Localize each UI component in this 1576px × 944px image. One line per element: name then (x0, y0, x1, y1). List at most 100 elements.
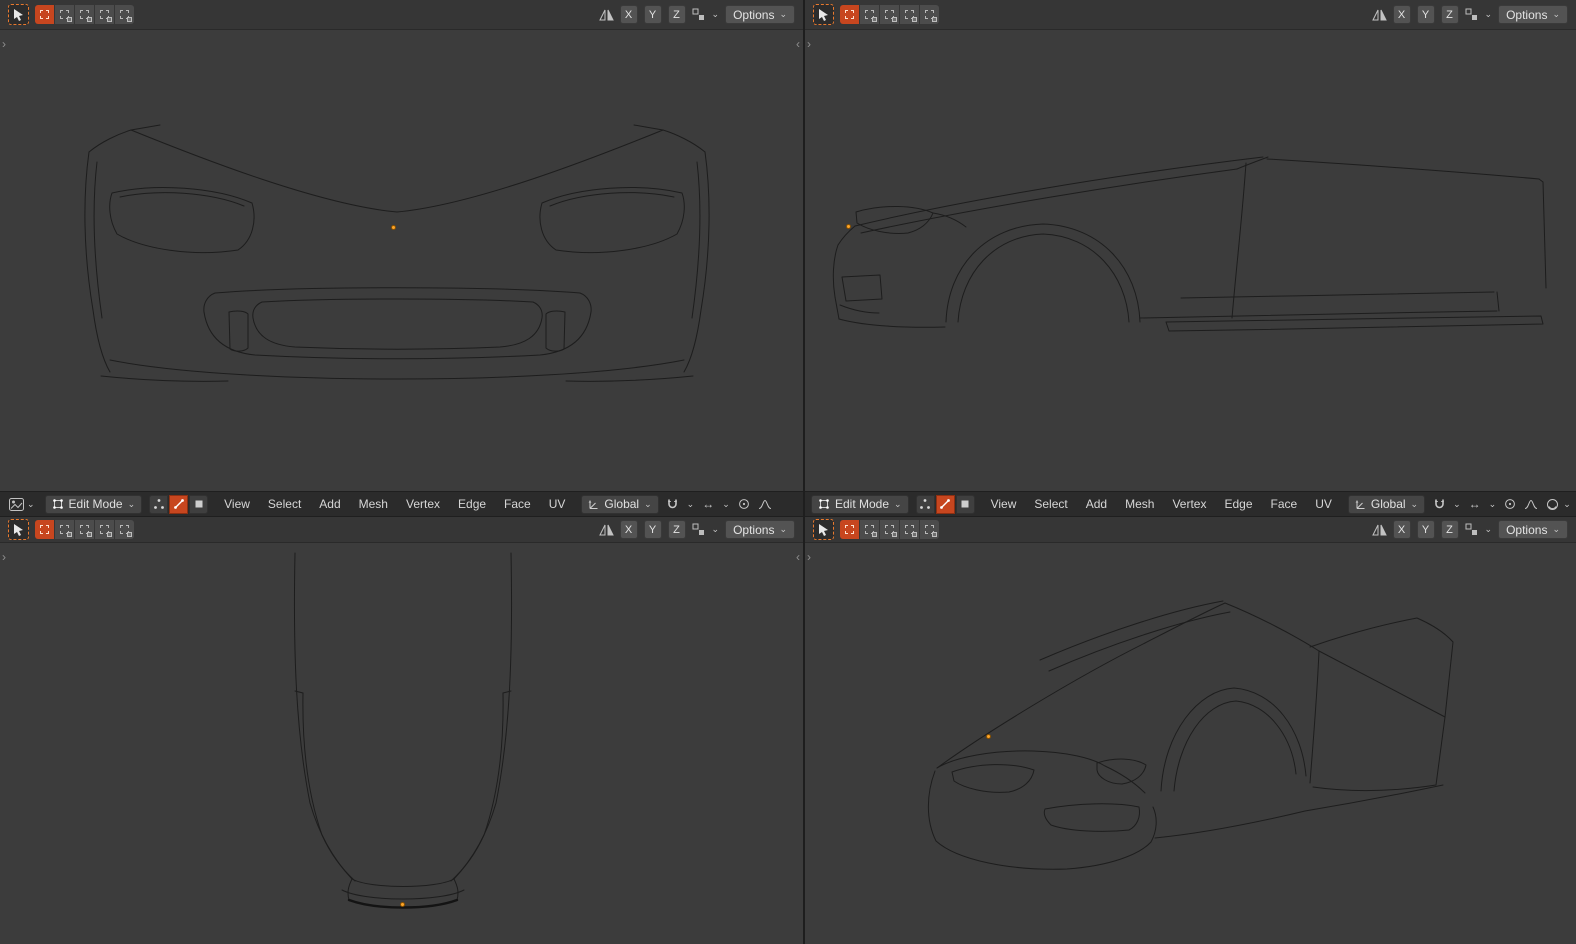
transform-orientation-selector[interactable]: Global ⌄ (581, 494, 659, 514)
chevron-down-icon[interactable]: ⌄ (712, 525, 720, 534)
snap-grid-icon[interactable] (692, 521, 706, 539)
mirror-z-button[interactable]: Z (667, 5, 686, 24)
menu-mesh[interactable]: Mesh (350, 497, 397, 511)
object-origin-dot[interactable] (846, 224, 851, 229)
chevron-down-icon[interactable]: ⌄ (1489, 499, 1497, 509)
snap-target-icon[interactable]: ↔ (1468, 495, 1482, 513)
menu-select[interactable]: Select (1025, 497, 1076, 511)
menu-view[interactable]: View (982, 497, 1026, 511)
mirror-z-button[interactable]: Z (667, 520, 686, 539)
select-subtract-button[interactable] (75, 5, 94, 24)
falloff-curve-icon[interactable] (758, 495, 772, 513)
face-select-button[interactable] (189, 494, 209, 514)
viewport-front[interactable]: › ‹ (0, 30, 803, 491)
chevron-down-icon[interactable]: ⌄ (1453, 499, 1461, 509)
options-button[interactable]: Options ⌄ (725, 520, 795, 539)
transform-orientation-selector[interactable]: Global ⌄ (1347, 494, 1426, 514)
proportional-editing-icon[interactable] (737, 495, 751, 513)
mode-selector[interactable]: Edit Mode ⌄ (811, 494, 909, 514)
mirror-x-button[interactable]: X (1392, 520, 1411, 539)
menu-vertex[interactable]: Vertex (397, 497, 449, 511)
snap-grid-icon[interactable] (692, 6, 706, 24)
select-set-button[interactable] (35, 520, 54, 539)
menu-select[interactable]: Select (259, 497, 310, 511)
area-resize-handle[interactable]: › (807, 38, 811, 50)
mode-selector[interactable]: Edit Mode ⌄ (44, 494, 143, 514)
menu-uv[interactable]: UV (540, 497, 575, 511)
menu-mesh[interactable]: Mesh (1116, 497, 1163, 511)
edge-select-button[interactable] (169, 494, 189, 514)
menu-add[interactable]: Add (1077, 497, 1116, 511)
chevron-down-icon[interactable]: ⌄ (1485, 10, 1493, 19)
viewport-shading-icon[interactable] (1545, 495, 1559, 513)
snap-target-icon[interactable]: ↔ (701, 495, 715, 513)
active-tool-icon[interactable] (813, 519, 834, 540)
menu-add[interactable]: Add (310, 497, 349, 511)
select-extend-button[interactable] (860, 5, 879, 24)
face-select-button[interactable] (955, 494, 975, 514)
menu-uv[interactable]: UV (1306, 497, 1341, 511)
mirror-x-button[interactable]: X (619, 520, 638, 539)
select-intersect-button[interactable] (920, 5, 939, 24)
menu-edge[interactable]: Edge (449, 497, 495, 511)
vertex-select-button[interactable] (915, 494, 935, 514)
menu-edge[interactable]: Edge (1215, 497, 1261, 511)
options-button[interactable]: Options ⌄ (1498, 5, 1568, 24)
options-button[interactable]: Options ⌄ (725, 5, 795, 24)
options-button[interactable]: Options ⌄ (1498, 520, 1568, 539)
menu-vertex[interactable]: Vertex (1163, 497, 1215, 511)
object-origin-dot[interactable] (391, 225, 396, 230)
select-subtract-button[interactable] (880, 520, 899, 539)
select-subtract-button[interactable] (880, 5, 899, 24)
select-extend-button[interactable] (55, 5, 74, 24)
snap-magnet-icon[interactable] (1432, 495, 1446, 513)
mirror-y-button[interactable]: Y (643, 520, 662, 539)
area-resize-handle[interactable]: ‹ (796, 38, 800, 50)
select-invert-button[interactable] (95, 5, 114, 24)
mirror-x-button[interactable]: X (1392, 5, 1411, 24)
menu-view[interactable]: View (215, 497, 259, 511)
select-set-button[interactable] (35, 5, 54, 24)
falloff-curve-icon[interactable] (1524, 495, 1538, 513)
select-invert-button[interactable] (95, 520, 114, 539)
chevron-down-icon[interactable]: ⌄ (1563, 499, 1571, 509)
mirror-y-button[interactable]: Y (643, 5, 662, 24)
snap-grid-icon[interactable] (1465, 521, 1479, 539)
select-subtract-button[interactable] (75, 520, 94, 539)
mirror-y-button[interactable]: Y (1416, 5, 1435, 24)
area-resize-handle[interactable]: ‹ (796, 551, 800, 563)
area-resize-handle[interactable]: › (2, 38, 6, 50)
area-resize-handle[interactable]: › (807, 551, 811, 563)
viewport-perspective[interactable]: › (805, 543, 1576, 944)
chevron-down-icon[interactable]: ⌄ (687, 499, 695, 509)
select-intersect-button[interactable] (920, 520, 939, 539)
active-tool-icon[interactable] (8, 4, 29, 25)
select-invert-button[interactable] (900, 5, 919, 24)
object-origin-dot[interactable] (400, 902, 405, 907)
menu-face[interactable]: Face (495, 497, 540, 511)
menu-face[interactable]: Face (1262, 497, 1307, 511)
select-set-button[interactable] (840, 520, 859, 539)
mirror-x-button[interactable]: X (619, 5, 638, 24)
area-resize-handle[interactable]: › (2, 551, 6, 563)
active-tool-icon[interactable] (813, 4, 834, 25)
edge-select-button[interactable] (935, 494, 955, 514)
proportional-editing-icon[interactable] (1503, 495, 1517, 513)
mirror-y-button[interactable]: Y (1416, 520, 1435, 539)
vertex-select-button[interactable] (149, 494, 169, 514)
viewport-side[interactable]: › (805, 30, 1576, 491)
select-invert-button[interactable] (900, 520, 919, 539)
snap-grid-icon[interactable] (1465, 6, 1479, 24)
object-origin-dot[interactable] (986, 734, 991, 739)
chevron-down-icon[interactable]: ⌄ (1485, 525, 1493, 534)
select-extend-button[interactable] (55, 520, 74, 539)
editor-type-button[interactable]: ⌄ (6, 494, 38, 514)
select-set-button[interactable] (840, 5, 859, 24)
select-intersect-button[interactable] (115, 520, 134, 539)
chevron-down-icon[interactable]: ⌄ (712, 10, 720, 19)
mirror-z-button[interactable]: Z (1440, 5, 1459, 24)
mirror-z-button[interactable]: Z (1440, 520, 1459, 539)
viewport-top[interactable]: › ‹ (0, 543, 803, 944)
select-extend-button[interactable] (860, 520, 879, 539)
select-intersect-button[interactable] (115, 5, 134, 24)
